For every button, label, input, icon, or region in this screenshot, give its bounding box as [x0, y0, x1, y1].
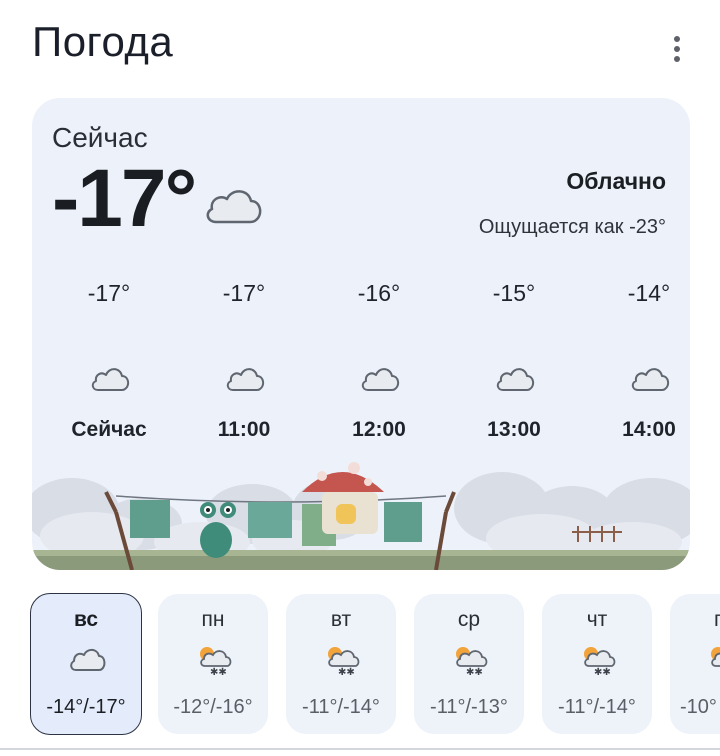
current-temperature: -17° — [52, 153, 197, 244]
sun-cloud-snow-icon: ✱✱ — [200, 647, 232, 676]
cloud-icon — [361, 368, 400, 391]
day-temps: -10° — [680, 696, 717, 718]
condition-text: Облачно — [566, 168, 666, 194]
hourly-temp: -17° — [87, 280, 131, 306]
sun-cloud-snow-icon: ✱✱ — [584, 647, 616, 676]
svg-text:✱✱: ✱✱ — [594, 667, 611, 676]
hourly-temp: -16° — [357, 280, 401, 306]
hourly-temp: -14° — [627, 280, 671, 306]
hourly-time: 13:00 — [487, 418, 541, 441]
daily-item[interactable]: ср ✱✱ -11°/-13° — [414, 594, 524, 734]
daily-item-selected[interactable]: вс -14°/-17° — [30, 593, 142, 735]
sun-cloud-snow-icon: ✱✱ — [328, 647, 360, 676]
sun-cloud-snow-icon: ✱✱ — [456, 647, 488, 676]
menu-dot — [674, 56, 680, 62]
day-temps: -11°/-13° — [430, 696, 508, 718]
current-weather-card[interactable]: Сейчас -17° Облачно Ощущается как -23° -… — [32, 98, 690, 570]
cloud-icon — [206, 190, 262, 224]
hourly-temp: -17° — [222, 280, 266, 306]
cloud-icon — [91, 368, 130, 391]
hourly-time: 14:00 — [622, 418, 676, 441]
hourly-time: 11:00 — [217, 418, 271, 441]
divider — [0, 748, 720, 750]
cloud-icon — [70, 648, 106, 671]
day-name: вт — [330, 608, 352, 631]
cloud-icon — [226, 368, 265, 391]
svg-text:✱✱: ✱✱ — [210, 667, 227, 676]
weather-illustration — [32, 462, 690, 570]
day-name: вс — [73, 608, 99, 631]
menu-dot — [674, 46, 680, 52]
current-label: Сейчас — [52, 122, 148, 153]
app-title: Погода — [32, 18, 174, 65]
cloud-icon — [631, 368, 670, 391]
daily-item[interactable]: пт -10° — [670, 594, 720, 734]
day-temps: -11°/-14° — [558, 696, 636, 718]
day-name: пн — [201, 608, 225, 631]
day-name: ср — [457, 608, 481, 631]
hourly-time: 12:00 — [352, 418, 406, 441]
day-temps: -14°/-17° — [46, 696, 126, 718]
hourly-temp: -15° — [492, 280, 536, 306]
more-options-button[interactable] — [664, 34, 690, 64]
day-temps: -11°/-14° — [302, 696, 380, 718]
day-name: чт — [586, 608, 608, 631]
svg-text:✱✱: ✱✱ — [338, 667, 355, 676]
day-temps: -12°/-16° — [173, 696, 253, 718]
menu-dot — [674, 36, 680, 42]
cloud-icon — [496, 368, 535, 391]
svg-text:✱✱: ✱✱ — [466, 667, 483, 676]
feels-like-text: Ощущается как -23° — [478, 216, 666, 238]
sun-cloud-snow-icon — [711, 647, 720, 667]
daily-item[interactable]: вт ✱✱ -11°/-14° — [286, 594, 396, 734]
daily-item[interactable]: чт ✱✱ -11°/-14° — [542, 594, 652, 734]
day-name: пт — [714, 608, 720, 631]
daily-item[interactable]: пн ✱✱ -12°/-16° — [158, 594, 268, 734]
hourly-time: Сейчас — [71, 418, 147, 441]
